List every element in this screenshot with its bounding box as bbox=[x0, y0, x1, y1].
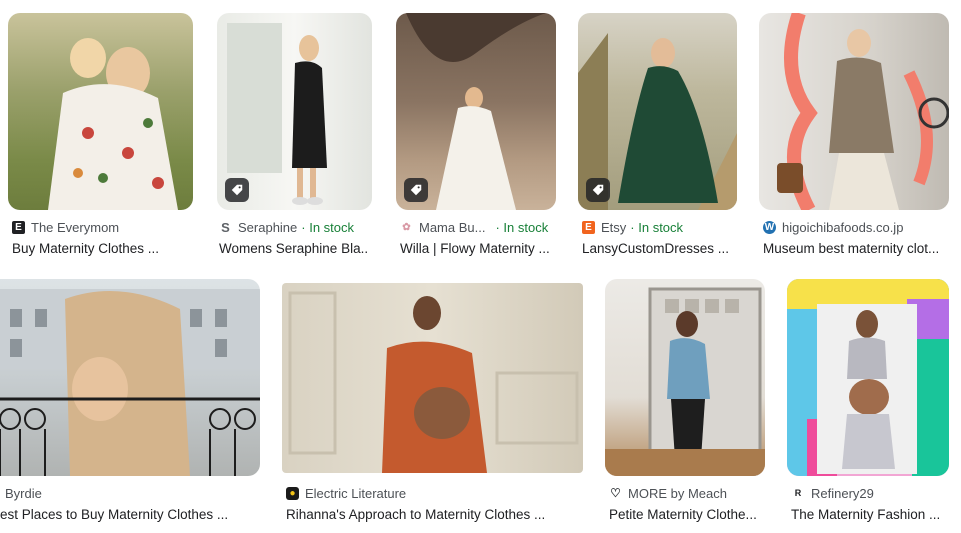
result-thumbnail[interactable] bbox=[759, 13, 949, 210]
shopping-tag-icon bbox=[225, 178, 249, 202]
result-source[interactable]: E Etsy · In stock bbox=[582, 219, 742, 235]
result-title[interactable]: Buy Maternity Clothes ... bbox=[12, 240, 192, 258]
result-source[interactable]: Byrdie bbox=[5, 485, 205, 501]
source-name: The Everymom bbox=[31, 219, 120, 235]
result-source[interactable]: R Refinery29 bbox=[791, 485, 951, 501]
source-name: Etsy bbox=[601, 219, 627, 235]
result-title[interactable]: Museum best maternity clot... bbox=[763, 240, 948, 258]
refinery29-favicon-icon: R bbox=[794, 488, 802, 498]
in-stock-label: · In stock bbox=[301, 219, 355, 235]
result-source[interactable]: ✿ Mama Bu... · In stock bbox=[400, 219, 560, 235]
result-thumbnail[interactable] bbox=[396, 13, 556, 210]
result-title[interactable]: LansyCustomDresses ... bbox=[582, 240, 732, 258]
lightbulb-favicon-icon: ● bbox=[286, 486, 299, 500]
source-name: MORE by Meach bbox=[628, 485, 727, 501]
in-stock-label: · In stock bbox=[495, 219, 549, 235]
rihanna-colorful-photo bbox=[787, 279, 949, 476]
source-name: Seraphine bbox=[238, 219, 298, 235]
result-thumbnail[interactable] bbox=[282, 283, 583, 473]
shopping-tag-icon bbox=[586, 178, 610, 202]
result-source[interactable]: ♡ MORE by Meach bbox=[609, 485, 769, 501]
result-title[interactable]: Womens Seraphine Bla... bbox=[219, 240, 369, 258]
result-title[interactable]: Petite Maternity Clothe... bbox=[609, 506, 759, 524]
result-title[interactable]: Willa | Flowy Maternity ... bbox=[400, 240, 550, 258]
result-thumbnail[interactable] bbox=[605, 279, 765, 476]
result-thumbnail[interactable] bbox=[217, 13, 372, 210]
source-name: Byrdie bbox=[5, 485, 42, 501]
result-title[interactable]: est Places to Buy Maternity Clothes ... bbox=[0, 506, 255, 524]
flower-favicon-icon: ✿ bbox=[402, 221, 411, 233]
result-thumbnail[interactable] bbox=[787, 279, 949, 476]
result-title[interactable]: The Maternity Fashion ... bbox=[791, 506, 946, 524]
result-source[interactable]: E The Everymom bbox=[12, 219, 192, 235]
result-title[interactable]: Rihanna's Approach to Maternity Clothes … bbox=[286, 506, 576, 524]
result-thumbnail[interactable] bbox=[0, 279, 260, 476]
balcony-photo bbox=[0, 289, 260, 476]
source-name: Refinery29 bbox=[811, 485, 874, 501]
everymom-favicon-icon: E bbox=[12, 220, 25, 234]
rihanna-orange-jacket-photo bbox=[288, 291, 579, 473]
street-style-photo bbox=[777, 13, 949, 210]
result-thumbnail[interactable] bbox=[8, 13, 193, 210]
heart-favicon-icon: ♡ bbox=[610, 486, 621, 500]
result-source[interactable]: ● Electric Literature bbox=[286, 485, 536, 501]
source-name: higoichibafoods.co.jp bbox=[782, 219, 904, 235]
seraphine-favicon-icon: S bbox=[221, 219, 230, 235]
shopping-tag-icon bbox=[404, 178, 428, 202]
result-source[interactable]: S Seraphine · In stock bbox=[219, 219, 379, 235]
source-name: Mama Bu... bbox=[419, 219, 486, 235]
mother-daughter-photo bbox=[48, 38, 178, 210]
in-stock-label: · In stock bbox=[630, 219, 684, 235]
wordpress-favicon-icon: W bbox=[763, 220, 776, 234]
result-thumbnail[interactable] bbox=[578, 13, 737, 210]
source-name: Electric Literature bbox=[305, 485, 407, 501]
etsy-favicon-icon: E bbox=[582, 220, 595, 234]
mirror-selfie-photo bbox=[605, 287, 765, 476]
result-source[interactable]: W higoichibafoods.co.jp bbox=[763, 219, 953, 235]
